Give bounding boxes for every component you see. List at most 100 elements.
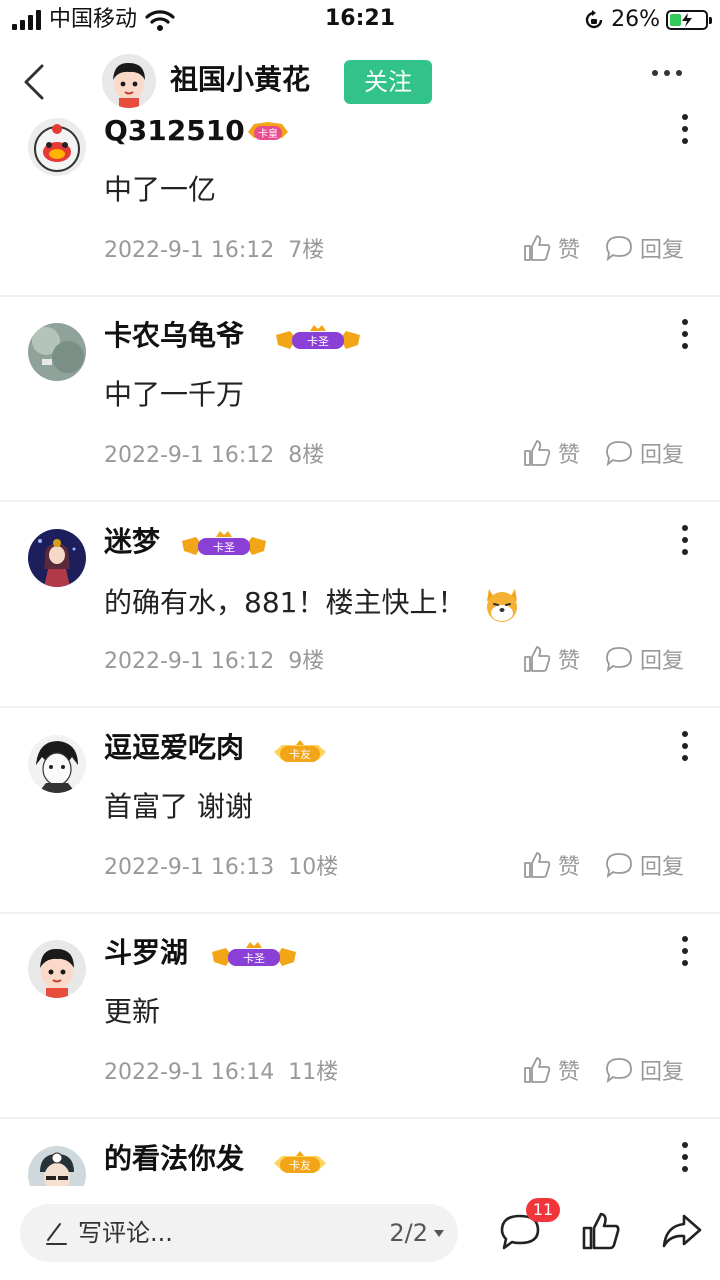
comment-floor: 10楼: [288, 855, 339, 880]
comment-item: 的看法你发 卡友: [0, 1120, 720, 1186]
comment-meta: 2022-9-1 16:14 11楼: [104, 1058, 338, 1088]
user-avatar[interactable]: [28, 323, 86, 381]
comment-floor: 7楼: [288, 238, 325, 263]
user-name[interactable]: 迷梦: [104, 525, 160, 559]
speech-bubble-icon: [606, 1058, 632, 1084]
comment-input[interactable]: 写评论... 2/2: [20, 1204, 458, 1262]
comment-meta: 2022-9-1 16:12 9楼: [104, 647, 324, 677]
speech-bubble-icon: [606, 853, 632, 879]
user-name[interactable]: 逗逗爱吃肉: [104, 731, 244, 765]
comment-item: 斗罗湖 卡圣 更新 2022-9-1 16:14 11楼 赞 回复: [0, 914, 720, 1119]
svg-text:卡圣: 卡圣: [243, 952, 265, 965]
reply-button[interactable]: 回复: [604, 849, 684, 881]
reply-label: 回复: [640, 855, 685, 880]
like-button[interactable]: 赞: [522, 437, 580, 469]
battery-percent: 26%: [611, 7, 660, 32]
comment-text: 中了一亿: [104, 173, 217, 206]
comment-item: 迷梦 卡圣 的确有水，881！楼主快上！ 2022-9-1 16:12 9楼 赞…: [0, 503, 720, 708]
user-name[interactable]: 卡农乌龟爷: [104, 319, 244, 353]
user-name[interactable]: 的看法你发: [104, 1142, 244, 1176]
thumbs-up-icon: [524, 1057, 551, 1083]
pen-icon: [46, 1223, 67, 1245]
like-button[interactable]: 赞: [522, 643, 580, 675]
reply-button[interactable]: 回复: [604, 232, 684, 264]
svg-text:卡圣: 卡圣: [213, 541, 235, 554]
comment-item: 卡农乌龟爷 卡圣 中了一千万 2022-9-1 16:12 8楼 赞 回复: [0, 297, 720, 502]
speech-bubble-icon: [606, 647, 632, 673]
reply-label: 回复: [640, 238, 685, 263]
svg-text:卡圣: 卡圣: [307, 335, 329, 348]
comment-item: Q312510 卡皇 中了一亿 2022-9-1 16:12 7楼 赞 回复: [0, 92, 720, 297]
reply-button[interactable]: 回复: [604, 1054, 684, 1086]
comment-menu-icon[interactable]: [680, 525, 690, 555]
comment-menu-icon[interactable]: [680, 936, 690, 966]
comment-text: 首富了 谢谢: [104, 790, 253, 823]
like-button[interactable]: 赞: [522, 849, 580, 881]
user-name[interactable]: Q312510: [104, 114, 245, 148]
like-button[interactable]: 赞: [522, 1054, 580, 1086]
reply-button[interactable]: 回复: [604, 437, 684, 469]
rank-badge: 卡友: [274, 1151, 326, 1173]
comment-text: 更新: [104, 995, 161, 1028]
comment-date: 2022-9-1 16:12: [104, 443, 275, 468]
comment-date: 2022-9-1 16:12: [104, 649, 275, 674]
like-label: 赞: [558, 649, 581, 674]
status-bar: 中国移动 16:21 26%: [0, 0, 720, 40]
comment-date: 2022-9-1 16:14: [104, 1060, 275, 1085]
like-button[interactable]: 赞: [522, 232, 580, 264]
speech-bubble-icon: [606, 236, 632, 262]
user-avatar[interactable]: [28, 735, 86, 793]
comment-floor: 9楼: [288, 649, 325, 674]
shiba-emoji-icon: [487, 589, 518, 622]
user-avatar[interactable]: [28, 529, 86, 587]
comment-text-content: 的确有水，881！楼主快上！: [104, 586, 466, 619]
svg-text:卡友: 卡友: [289, 1158, 311, 1172]
comment-meta: 2022-9-1 16:13 10楼: [104, 853, 338, 883]
comment-menu-icon[interactable]: [680, 114, 690, 144]
speech-bubble-icon: [606, 441, 632, 467]
comment-meta: 2022-9-1 16:12 7楼: [104, 236, 324, 266]
thumbs-up-icon: [524, 852, 551, 878]
comment-floor: 11楼: [288, 1060, 339, 1085]
comment-menu-icon[interactable]: [680, 731, 690, 761]
reply-label: 回复: [640, 649, 685, 674]
svg-text:卡皇: 卡皇: [258, 127, 278, 140]
comment-text: 的确有水，881！楼主快上！: [104, 583, 523, 625]
more-dots-icon[interactable]: [652, 70, 682, 76]
comment-menu-icon[interactable]: [680, 1142, 690, 1172]
comment-date: 2022-9-1 16:12: [104, 238, 275, 263]
comment-date: 2022-9-1 16:13: [104, 855, 275, 880]
thumbs-up-icon[interactable]: [580, 1210, 622, 1252]
svg-text:卡友: 卡友: [289, 747, 311, 761]
reply-label: 回复: [640, 1060, 685, 1085]
user-name[interactable]: 斗罗湖: [104, 936, 188, 970]
comment-count-badge: 11: [526, 1198, 560, 1222]
rank-badge: 卡友: [274, 740, 326, 762]
page-selector[interactable]: 2/2: [389, 1216, 444, 1250]
like-label: 赞: [558, 443, 581, 468]
user-avatar[interactable]: [28, 1146, 86, 1186]
battery-icon: [666, 10, 712, 30]
comment-item: 逗逗爱吃肉 卡友 首富了 谢谢 2022-9-1 16:13 10楼 赞 回复: [0, 709, 720, 914]
thumbs-up-icon: [524, 646, 551, 672]
comment-menu-icon[interactable]: [680, 319, 690, 349]
thumbs-up-icon: [524, 235, 551, 261]
like-label: 赞: [558, 855, 581, 880]
rank-badge: 卡圣: [276, 325, 360, 349]
user-avatar[interactable]: [28, 940, 86, 998]
reply-label: 回复: [640, 443, 685, 468]
share-arrow-icon[interactable]: [660, 1210, 704, 1252]
comment-text: 中了一千万: [104, 378, 245, 411]
like-label: 赞: [558, 1060, 581, 1085]
rotation-lock-icon: [585, 10, 603, 29]
comment-placeholder: 写评论...: [78, 1219, 173, 1247]
comment-floor: 8楼: [288, 443, 325, 468]
rank-badge: 卡皇: [248, 122, 288, 140]
reply-button[interactable]: 回复: [604, 643, 684, 675]
caret-down-icon: [434, 1229, 444, 1237]
thumbs-up-icon: [524, 440, 551, 466]
user-avatar[interactable]: [28, 118, 86, 176]
comment-meta: 2022-9-1 16:12 8楼: [104, 441, 324, 471]
bottom-bar: 写评论... 2/2 11: [0, 1186, 720, 1280]
rank-badge: 卡圣: [182, 531, 266, 555]
